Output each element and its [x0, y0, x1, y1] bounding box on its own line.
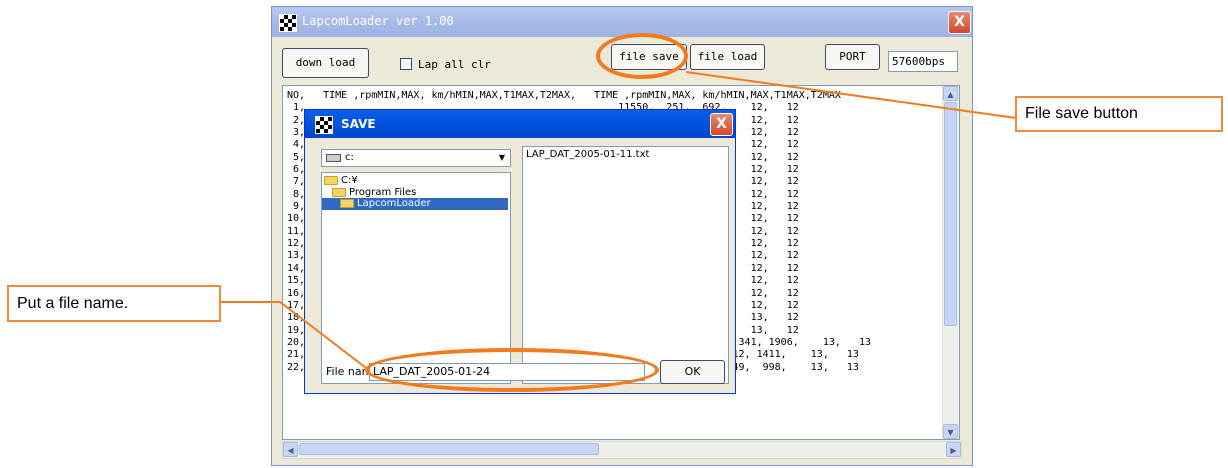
callout-lines: [221, 71, 1017, 372]
file-save-callout: File save button: [1015, 96, 1223, 132]
file-name-callout: Put a file name.: [7, 285, 221, 322]
